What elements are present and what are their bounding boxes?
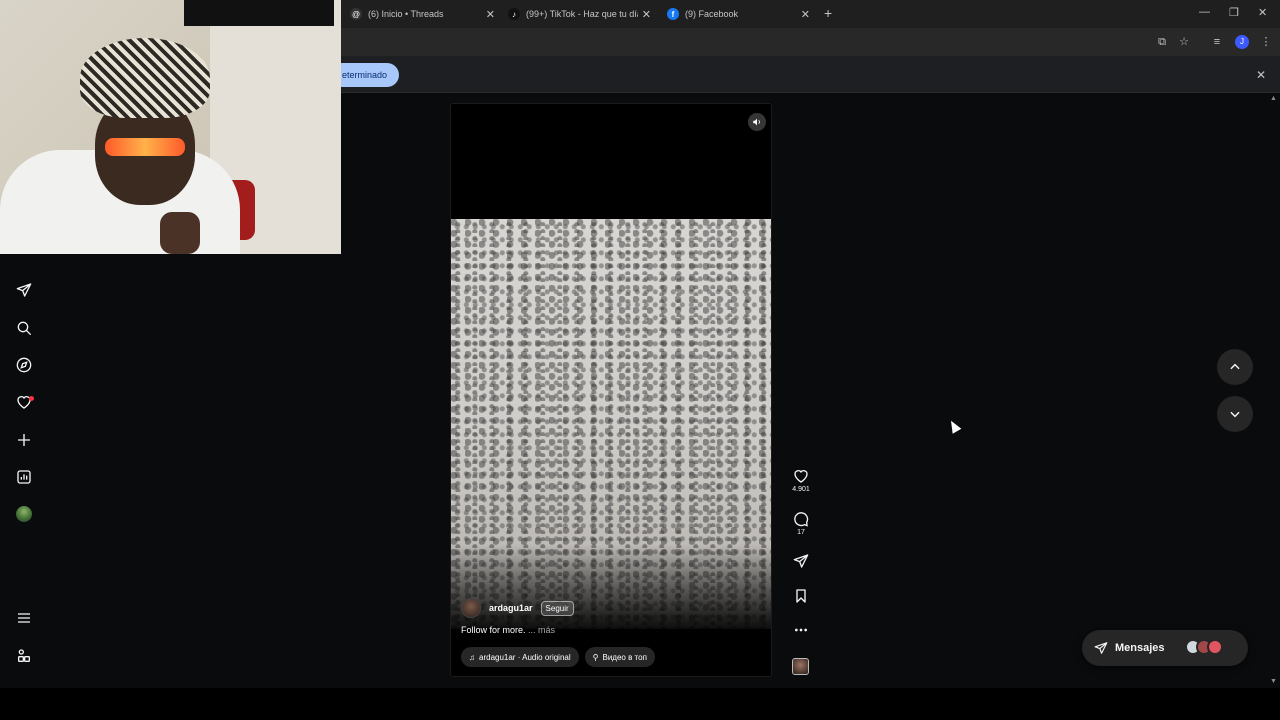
tab-facebook[interactable]: f (9) Facebook ✕ (667, 4, 810, 24)
threads-icon: @ (350, 8, 362, 20)
message-avatars (1185, 639, 1223, 655)
bookmark-icon (796, 589, 806, 603)
author-name[interactable]: ardagu1ar (489, 603, 533, 613)
kebab-menu-icon[interactable]: ⋮ (1259, 35, 1273, 49)
scroll-down-icon[interactable]: ▼ (1270, 678, 1277, 685)
webcam-person-hat (80, 38, 210, 118)
speaker-icon (753, 118, 760, 126)
comment-action[interactable]: 17 (788, 511, 814, 536)
minimize-icon[interactable]: — (1199, 6, 1210, 18)
profile-avatar[interactable] (16, 506, 32, 522)
audio-thumbnail[interactable] (792, 658, 809, 675)
tab-tiktok[interactable]: ♪ (99+) TikTok - Haz que tu día se ✕ (508, 4, 651, 24)
notification-dot (29, 396, 34, 401)
webcam-person-glasses (105, 138, 185, 156)
caption-more-link[interactable]: ... más (528, 625, 555, 635)
tab-title: (99+) TikTok - Haz que tu día se (526, 9, 638, 19)
messages-label: Mensajes (1115, 642, 1165, 654)
plus-icon[interactable] (16, 432, 32, 448)
bookmark-star-icon[interactable]: ☆ (1177, 35, 1191, 49)
reel-caption: Follow for more. ... más (461, 625, 555, 635)
close-window-icon[interactable]: ✕ (1258, 6, 1267, 19)
author-avatar[interactable] (461, 598, 481, 618)
media-control-icon[interactable]: ≡ (1210, 35, 1224, 49)
infobar-close-icon[interactable]: ✕ (1256, 68, 1266, 82)
search-icon[interactable] (16, 320, 32, 336)
insights-icon[interactable] (16, 469, 32, 485)
follow-button[interactable]: Seguir (540, 600, 574, 616)
profile-avatar-button[interactable]: J (1235, 35, 1249, 49)
close-icon[interactable]: ✕ (486, 8, 495, 21)
menu-icon[interactable] (16, 610, 32, 626)
messages-button[interactable]: Mensajes (1082, 630, 1248, 666)
send-icon (793, 554, 809, 568)
tab-title: (9) Facebook (685, 9, 739, 19)
send-icon[interactable] (16, 282, 32, 298)
caption-text: Follow for more. (461, 625, 526, 635)
taskbar-strip (0, 688, 1280, 720)
close-icon[interactable]: ✕ (642, 8, 651, 21)
facebook-icon: f (667, 8, 679, 20)
webcam-overlay (0, 0, 341, 254)
comment-icon (794, 512, 809, 527)
sound-toggle-button[interactable] (748, 113, 766, 131)
reel-player[interactable]: ardagu1ar Seguir Follow for more. ... má… (450, 103, 772, 677)
reel-author-row: ardagu1ar Seguir (461, 598, 574, 618)
music-note-icon: ♫ (469, 652, 475, 662)
more-dots-icon (795, 628, 807, 632)
audio-label: ardagu1ar · Audio original (479, 652, 571, 662)
webcam-tv (184, 0, 334, 26)
comment-count: 17 (797, 529, 805, 536)
like-action[interactable]: 4.901 (788, 468, 814, 493)
share-action[interactable] (788, 553, 814, 569)
tab-threads[interactable]: @ (6) Inicio • Threads ✕ (350, 4, 495, 24)
avatar (1207, 639, 1223, 655)
new-tab-button[interactable]: + (824, 5, 832, 21)
location-chip[interactable]: ⚲ Видео в топ (584, 647, 655, 667)
location-label: Видео в топ (602, 652, 647, 662)
chevron-down-icon (1230, 411, 1240, 418)
explore-icon[interactable] (16, 357, 32, 373)
webcam-person-hand (160, 212, 200, 254)
scroll-up-icon[interactable]: ▲ (1270, 95, 1277, 102)
save-action[interactable] (788, 588, 814, 604)
install-app-icon[interactable]: ⧉ (1155, 35, 1169, 49)
previous-reel-button[interactable] (1217, 349, 1253, 385)
close-icon[interactable]: ✕ (801, 8, 810, 21)
heart-icon (794, 470, 808, 483)
more-action[interactable] (788, 622, 814, 638)
chevron-up-icon (1230, 363, 1240, 370)
reel-chips: ♫ ardagu1ar · Audio original ⚲ Видео в т… (461, 647, 655, 667)
audio-chip[interactable]: ♫ ardagu1ar · Audio original (461, 647, 579, 667)
restore-icon[interactable]: ❐ (1229, 6, 1239, 19)
tiktok-icon: ♪ (508, 8, 520, 20)
send-icon (1094, 642, 1108, 654)
next-reel-button[interactable] (1217, 396, 1253, 432)
apps-icon[interactable] (16, 648, 32, 664)
like-count: 4.901 (792, 486, 810, 493)
location-pin-icon: ⚲ (592, 652, 599, 662)
tab-title: (6) Inicio • Threads (368, 9, 444, 19)
